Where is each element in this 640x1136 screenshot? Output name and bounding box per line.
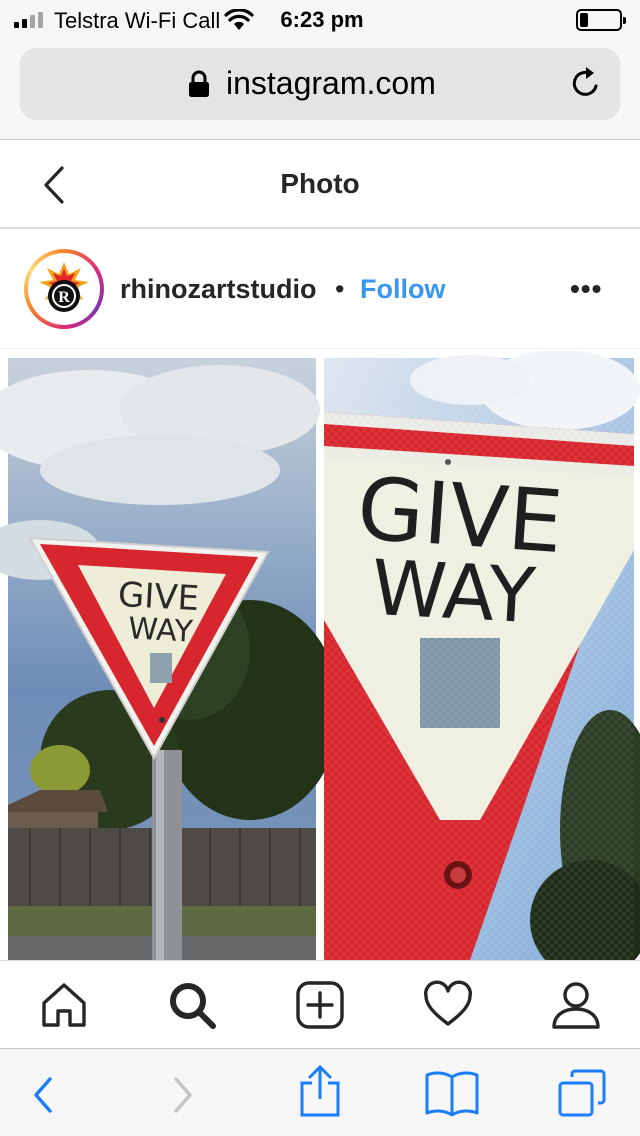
more-options-icon[interactable]: ••• xyxy=(570,273,602,305)
post-photo[interactable]: GIVE WAY GIVE WAY xyxy=(0,350,640,960)
battery-icon xyxy=(576,9,626,31)
left-sign-photo: GIVE WAY xyxy=(0,358,340,960)
status-bar: Telstra Wi-Fi Call 6:23 pm xyxy=(0,0,640,40)
new-post-icon[interactable] xyxy=(294,979,346,1031)
address-bar[interactable]: instagram.com xyxy=(20,48,620,120)
back-icon[interactable] xyxy=(30,1075,56,1115)
instagram-bottom-nav xyxy=(0,960,640,1048)
forward-icon[interactable] xyxy=(170,1075,196,1115)
follow-button[interactable]: Follow xyxy=(360,274,445,305)
reload-icon[interactable] xyxy=(570,66,602,100)
post-header: R rhinozartstudio • Follow ••• xyxy=(0,231,640,349)
svg-text:R: R xyxy=(58,289,70,306)
bookmarks-icon[interactable] xyxy=(424,1069,480,1117)
activity-heart-icon[interactable] xyxy=(422,979,474,1031)
page-title: Photo xyxy=(280,168,360,199)
browser-address-area: instagram.com xyxy=(0,40,640,140)
safari-toolbar xyxy=(0,1048,640,1136)
search-icon[interactable] xyxy=(166,979,218,1031)
lock-icon xyxy=(189,70,209,97)
post-username[interactable]: rhinozartstudio xyxy=(120,274,317,305)
right-sign-photo: GIVE WAY xyxy=(324,350,640,960)
url-text: instagram.com xyxy=(226,65,436,101)
page-header: Photo xyxy=(0,141,640,229)
avatar[interactable]: R xyxy=(24,249,104,329)
left-sign-text-way: WAY xyxy=(127,611,194,649)
share-icon[interactable] xyxy=(298,1063,342,1119)
home-icon[interactable] xyxy=(38,979,90,1031)
right-sign-text-way: WAY xyxy=(369,543,538,640)
rhino-logo-icon: R xyxy=(39,262,89,312)
tabs-icon[interactable] xyxy=(556,1067,608,1119)
profile-icon[interactable] xyxy=(550,979,602,1031)
username-separator: • xyxy=(335,274,345,304)
status-time: 6:23 pm xyxy=(280,7,364,32)
